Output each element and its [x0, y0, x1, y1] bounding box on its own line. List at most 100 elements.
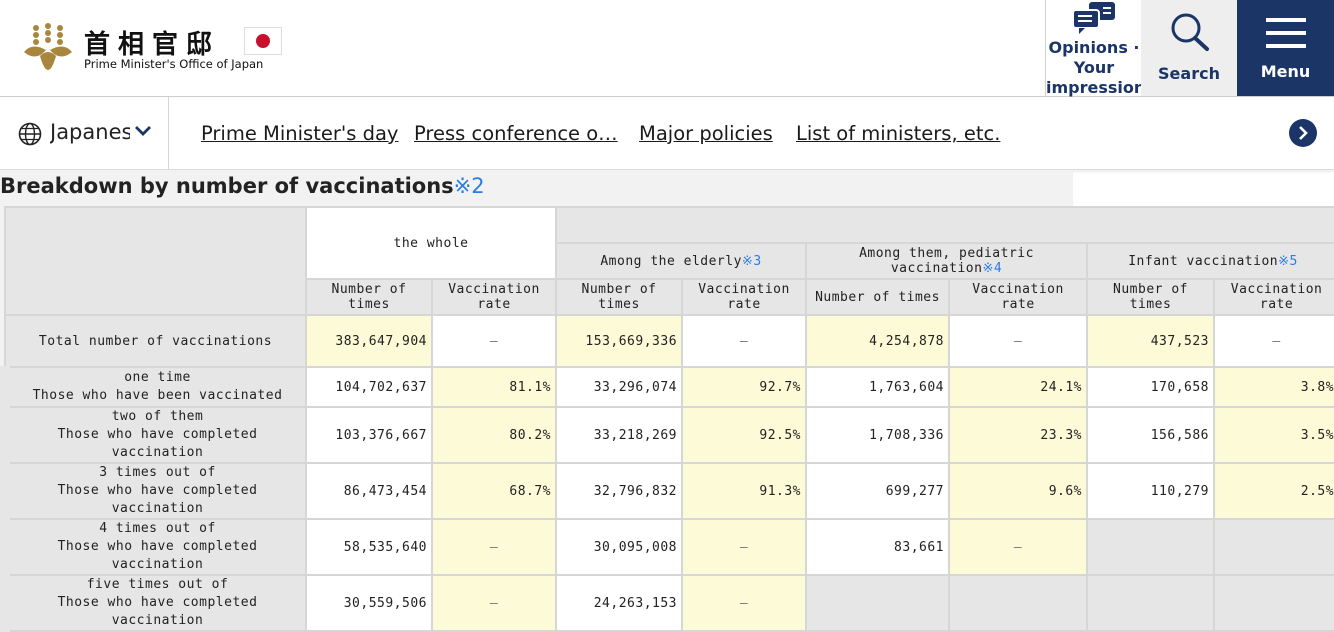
section-title: Breakdown by number of vaccinations※2: [0, 174, 485, 198]
cell-empty: [1086, 574, 1216, 632]
site-title-en: Prime Minister's Office of Japan: [84, 57, 264, 71]
cell-total-infant: 437,523: [1086, 314, 1216, 368]
header-elderly-note[interactable]: ※3: [742, 254, 762, 269]
cell-empty: [1213, 518, 1334, 576]
row-label-line2: Those who have completed vaccination: [57, 595, 258, 628]
cell-infant-rate: 3.5%: [1213, 406, 1334, 464]
opinions-label: Opinions · Your impression: [1046, 38, 1146, 97]
row-label-line2: Those who have been vaccinated: [32, 388, 283, 403]
table-row: one time Those who have been vaccinated 1…: [0, 366, 1334, 408]
language-selector[interactable]: Japanese: [0, 97, 169, 169]
col-header-times: Number of times: [805, 278, 951, 316]
row-label: 3 times out of Those who have completed v…: [0, 462, 307, 520]
cell-whole-rate: 81.1%: [430, 366, 558, 408]
header-infant: Infant vaccination※5: [1086, 242, 1334, 280]
cell-elderly: 33,218,269: [555, 406, 684, 464]
cell-empty: [805, 574, 951, 632]
cell-dash: —: [430, 574, 558, 632]
cell-pediatric: 699,277: [805, 462, 951, 520]
cell-infant: 170,658: [1086, 366, 1216, 408]
col-header-times: Number of times: [555, 278, 684, 316]
row-label: one time Those who have been vaccinated: [0, 366, 307, 408]
cell-empty: [1086, 518, 1216, 576]
header-pediatric-label: Among them, pediatric vaccination: [859, 246, 1034, 276]
search-label: Search: [1158, 64, 1220, 83]
site-header: 首相官邸 Prime Minister's Office of Japan Op…: [0, 0, 1334, 97]
cell-total-elderly: 153,669,336: [555, 314, 684, 368]
col-header-times: Number of times: [1086, 278, 1216, 316]
opinions-button[interactable]: Opinions · Your impression: [1045, 0, 1146, 97]
cell-whole: 104,702,637: [305, 366, 433, 408]
cell-dash: —: [430, 314, 558, 368]
cell-elderly-rate: 92.5%: [681, 406, 808, 464]
col-header-times: Number of times: [305, 278, 433, 316]
cell-pediatric: 1,763,604: [805, 366, 951, 408]
cell-whole-rate: 68.7%: [430, 462, 558, 520]
cell-whole: 86,473,454: [305, 462, 433, 520]
cell-pediatric-rate: 23.3%: [948, 406, 1089, 464]
search-icon: [1171, 13, 1209, 51]
cell-infant: 110,279: [1086, 462, 1216, 520]
cell-pediatric: 1,708,336: [805, 406, 951, 464]
cell-whole: 103,376,667: [305, 406, 433, 464]
language-label: Japanese: [50, 120, 130, 144]
table-row: 3 times out of Those who have completed v…: [0, 462, 1334, 520]
cell-elderly: 24,263,153: [555, 574, 684, 632]
cell-elderly: 30,095,008: [555, 518, 684, 576]
row-label-line1: two of them: [111, 409, 204, 424]
search-button[interactable]: Search: [1141, 0, 1237, 96]
row-label-line2: Those who have completed vaccination: [57, 483, 258, 516]
header-pediatric: Among them, pediatric vaccination※4: [805, 242, 1089, 280]
header-infant-note[interactable]: ※5: [1278, 254, 1298, 269]
row-label-line1: one time: [124, 370, 191, 385]
global-nav: Japanese Prime Minister's day Press conf…: [0, 97, 1334, 170]
cell-elderly-rate: 91.3%: [681, 462, 808, 520]
table-row: 4 times out of Those who have completed v…: [0, 518, 1334, 576]
cell-whole: 58,535,640: [305, 518, 433, 576]
chevron-down-icon: [135, 126, 151, 136]
cell-elderly: 32,796,832: [555, 462, 684, 520]
cell-dash: —: [948, 518, 1089, 576]
site-logo[interactable]: 首相官邸 Prime Minister's Office of Japan: [22, 22, 292, 74]
col-header-rate: Vaccination rate: [948, 278, 1089, 316]
cell-infant-rate: 3.8%: [1213, 366, 1334, 408]
col-header-rate: Vaccination rate: [1213, 278, 1334, 316]
cell-infant: 156,586: [1086, 406, 1216, 464]
cell-total-pediatric: 4,254,878: [805, 314, 951, 368]
japan-flag-icon: [244, 27, 282, 55]
vaccination-table: the whole Among the elderly※3 Among them…: [0, 206, 1334, 632]
hamburger-menu-icon: [1266, 18, 1306, 48]
cell-dash: —: [681, 314, 808, 368]
row-label-line2: Those who have completed vaccination: [57, 427, 258, 460]
row-label: five times out of Those who have complete…: [0, 574, 307, 632]
cell-dash: —: [681, 518, 808, 576]
site-title-jp: 首相官邸: [84, 30, 221, 60]
header-spacer: [555, 206, 1334, 244]
menu-button[interactable]: Menu: [1237, 0, 1334, 96]
cell-empty: [1213, 574, 1334, 632]
header-infant-label: Infant vaccination: [1128, 253, 1279, 269]
globe-icon: [18, 122, 42, 146]
cell-whole-rate: 80.2%: [430, 406, 558, 464]
row-label: 4 times out of Those who have completed v…: [0, 518, 307, 576]
cell-dash: —: [948, 314, 1089, 368]
cell-pediatric-rate: 24.1%: [948, 366, 1089, 408]
header-pediatric-note[interactable]: ※4: [982, 261, 1002, 276]
cell-empty: [948, 574, 1089, 632]
table-row: five times out of Those who have complete…: [0, 574, 1334, 632]
nav-next-button[interactable]: [1289, 119, 1317, 147]
header-elderly-label: Among the elderly: [600, 253, 742, 269]
row-label-total: Total number of vaccinations: [4, 314, 307, 368]
nav-link-major-policies[interactable]: Major policies: [639, 122, 773, 145]
nav-link-prime-ministers-day[interactable]: Prime Minister's day: [201, 122, 398, 145]
nav-link-press-conference[interactable]: Press conference o…: [414, 122, 618, 145]
table-corner-cell: [4, 206, 307, 316]
section-title-note[interactable]: ※2: [454, 174, 485, 198]
menu-label: Menu: [1260, 62, 1311, 81]
paulownia-emblem-icon: [24, 23, 72, 70]
nav-link-list-of-ministers[interactable]: List of ministers, etc.: [796, 122, 1000, 145]
header-elderly: Among the elderly※3: [555, 242, 808, 280]
col-header-rate: Vaccination rate: [681, 278, 808, 316]
cell-dash: —: [1213, 314, 1334, 368]
header-the-whole: the whole: [304, 206, 558, 280]
